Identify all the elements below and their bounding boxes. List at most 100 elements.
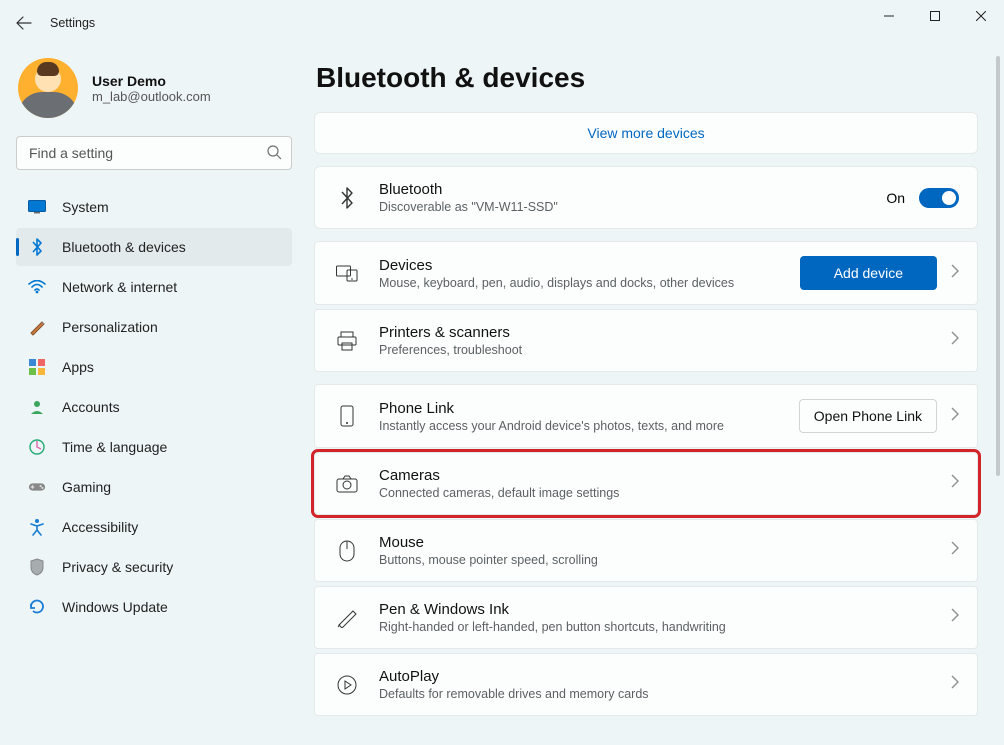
row-title: Printers & scanners [379,324,933,341]
camera-icon [333,475,361,493]
row-title: Devices [379,257,782,274]
bluetooth-card: Bluetooth Discoverable as "VM-W11-SSD" O… [314,166,978,229]
profile[interactable]: User Demo m_lab@outlook.com [18,58,292,118]
autoplay-row[interactable]: AutoPlay Defaults for removable drives a… [314,653,978,716]
autoplay-icon [333,674,361,696]
row-desc: Mouse, keyboard, pen, audio, displays an… [379,276,782,290]
nav-time-language[interactable]: Time & language [16,428,292,466]
add-device-button[interactable]: Add device [800,256,937,290]
search-wrapper [16,136,292,170]
nav-apps[interactable]: Apps [16,348,292,386]
nav-label: Personalization [62,319,158,335]
bluetooth-toggle[interactable] [919,188,959,208]
row-desc: Right-handed or left-handed, pen button … [379,620,933,634]
chevron-right-icon [951,331,959,350]
nav-label: Privacy & security [62,559,173,575]
phone-link-row[interactable]: Phone Link Instantly access your Android… [314,384,978,448]
bluetooth-icon [333,187,361,209]
globe-clock-icon [28,438,46,456]
bluetooth-desc: Discoverable as "VM-W11-SSD" [379,200,868,214]
app-title: Settings [50,16,95,30]
close-button[interactable] [958,0,1004,32]
devices-icon [333,264,361,282]
mouse-row[interactable]: Mouse Buttons, mouse pointer speed, scro… [314,519,978,582]
nav-label: Network & internet [62,279,177,295]
row-desc: Defaults for removable drives and memory… [379,687,933,701]
nav-accounts[interactable]: Accounts [16,388,292,426]
nav-windows-update[interactable]: Windows Update [16,588,292,626]
maximize-icon [930,11,940,21]
back-button[interactable] [4,3,44,43]
cameras-row[interactable]: Cameras Connected cameras, default image… [314,452,978,515]
minimize-icon [884,11,894,21]
row-title: Mouse [379,534,933,551]
profile-name: User Demo [92,73,211,89]
pen-icon [333,608,361,628]
nav-personalization[interactable]: Personalization [16,308,292,346]
nav-label: System [62,199,109,215]
nav-system[interactable]: System [16,188,292,226]
chevron-right-icon [951,407,959,426]
bluetooth-state-label: On [886,190,905,206]
printer-icon [333,331,361,351]
open-phone-link-button[interactable]: Open Phone Link [799,399,937,433]
profile-email: m_lab@outlook.com [92,89,211,104]
nav-label: Time & language [62,439,167,455]
scrollbar-thumb[interactable] [996,56,1000,476]
nav-gaming[interactable]: Gaming [16,468,292,506]
wifi-icon [28,278,46,296]
accessibility-icon [28,518,46,536]
gamepad-icon [28,478,46,496]
chevron-right-icon [951,541,959,560]
nav-label: Gaming [62,479,111,495]
row-title: AutoPlay [379,668,933,685]
sidebar: User Demo m_lab@outlook.com System Bluet… [0,46,308,745]
nav-privacy-security[interactable]: Privacy & security [16,548,292,586]
row-desc: Buttons, mouse pointer speed, scrolling [379,553,933,567]
nav-network[interactable]: Network & internet [16,268,292,306]
nav-label: Accounts [62,399,120,415]
phone-icon [333,405,361,427]
printers-row[interactable]: Printers & scanners Preferences, trouble… [314,309,978,372]
nav-accessibility[interactable]: Accessibility [16,508,292,546]
view-more-link[interactable]: View more devices [587,125,704,141]
update-icon [28,598,46,616]
nav-label: Accessibility [62,519,138,535]
scrollbar[interactable] [996,56,1000,735]
row-desc: Connected cameras, default image setting… [379,486,933,500]
chevron-right-icon [951,474,959,493]
search-icon [266,144,282,165]
bluetooth-icon [28,238,46,256]
chevron-right-icon [951,675,959,694]
nav-label: Bluetooth & devices [62,239,186,255]
person-icon [28,398,46,416]
arrow-left-icon [16,15,32,31]
nav-list: System Bluetooth & devices Network & int… [16,188,292,626]
paintbrush-icon [28,318,46,336]
nav-label: Windows Update [62,599,168,615]
view-more-devices[interactable]: View more devices [314,112,978,154]
row-title: Cameras [379,467,933,484]
display-icon [28,198,46,216]
avatar [18,58,78,118]
row-title: Phone Link [379,400,781,417]
titlebar: Settings [0,0,1004,46]
mouse-icon [333,540,361,562]
chevron-right-icon [951,608,959,627]
apps-icon [28,358,46,376]
pen-row[interactable]: Pen & Windows Ink Right-handed or left-h… [314,586,978,649]
row-desc: Preferences, troubleshoot [379,343,933,357]
minimize-button[interactable] [866,0,912,32]
row-title: Pen & Windows Ink [379,601,933,618]
close-icon [976,11,986,21]
devices-row[interactable]: Devices Mouse, keyboard, pen, audio, dis… [314,241,978,305]
window-controls [866,0,1004,32]
main-content: Bluetooth & devices View more devices Bl… [308,46,1004,745]
page-title: Bluetooth & devices [316,62,978,94]
row-desc: Instantly access your Android device's p… [379,419,781,433]
maximize-button[interactable] [912,0,958,32]
shield-icon [28,558,46,576]
chevron-right-icon [951,264,959,283]
search-input[interactable] [16,136,292,170]
nav-bluetooth-devices[interactable]: Bluetooth & devices [16,228,292,266]
